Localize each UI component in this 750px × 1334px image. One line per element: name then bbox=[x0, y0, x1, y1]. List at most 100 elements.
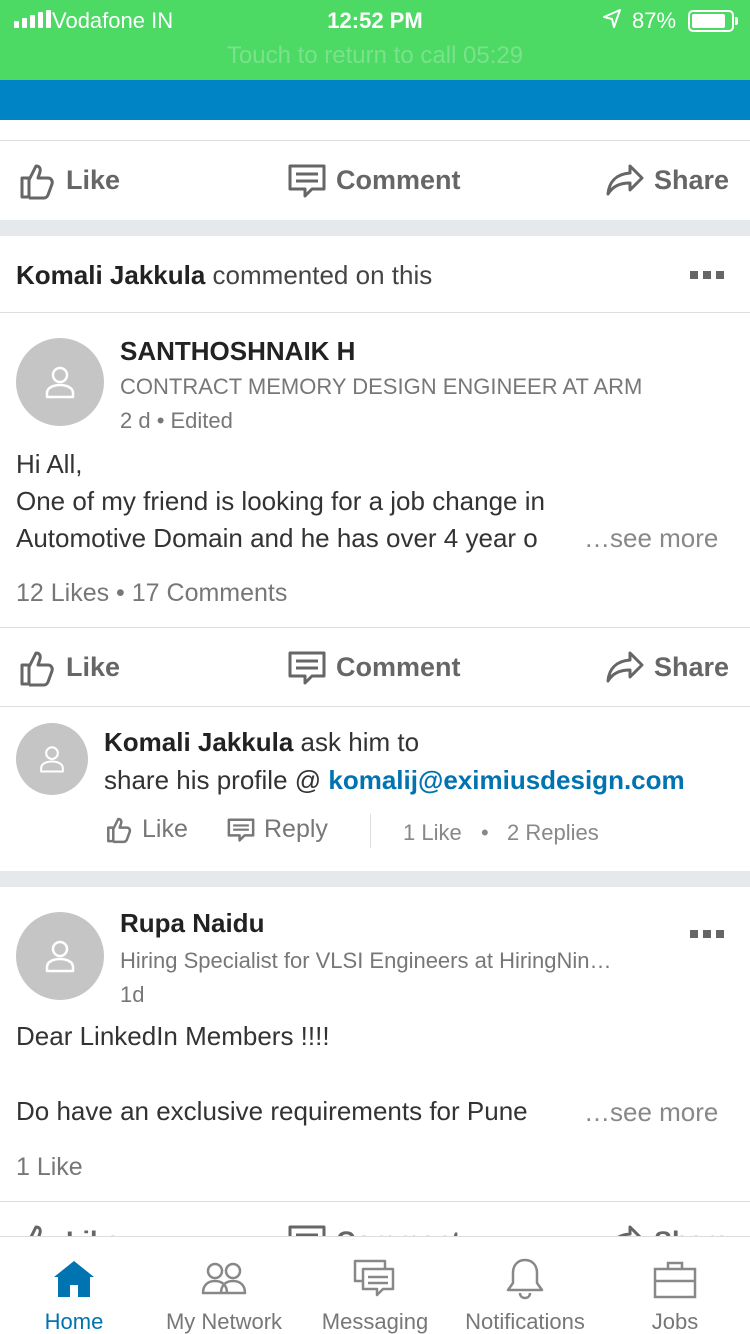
share-button[interactable]: Share bbox=[604, 141, 729, 219]
social-counts[interactable]: 12 Likes • 17 Comments bbox=[16, 579, 287, 608]
thumbs-up-icon bbox=[29, 1225, 42, 1236]
battery-percent: 87% bbox=[632, 8, 677, 33]
status-bar: Vodafone IN 12:52 PM 87% Touch to return… bbox=[0, 0, 750, 80]
comment-likes-count[interactable]: 1 Like bbox=[403, 820, 462, 846]
post-timestamp: 1d bbox=[120, 982, 145, 1007]
reply-button[interactable]: Reply bbox=[226, 814, 328, 844]
see-more-link[interactable]: …see more bbox=[584, 1097, 718, 1128]
post-body-line: Dear LinkedIn Members !!!! bbox=[16, 1021, 330, 1051]
post-body-line: Automotive Domain and he has over 4 year… bbox=[16, 523, 538, 553]
post-author-headline: Hiring Specialist for VLSI Engineers at … bbox=[120, 948, 612, 973]
reply-label: Reply bbox=[264, 814, 328, 843]
comment-body: Komali Jakkula ask him to share his prof… bbox=[104, 723, 685, 799]
bell-icon bbox=[506, 1258, 544, 1300]
share-arrow-icon bbox=[606, 651, 644, 683]
home-icon bbox=[54, 1261, 94, 1297]
share-arrow-icon bbox=[617, 1225, 642, 1236]
person-icon bbox=[45, 940, 75, 973]
comment-icon bbox=[288, 1225, 326, 1236]
post-actions: Like Comment Share bbox=[0, 628, 750, 706]
location-arrow-icon bbox=[603, 9, 621, 28]
post-body: Hi All, One of my friend is looking for … bbox=[16, 446, 545, 557]
social-counts[interactable]: 1 Like bbox=[16, 1153, 83, 1182]
share-arrow-icon bbox=[606, 164, 644, 196]
section-separator bbox=[0, 220, 750, 236]
comment-button[interactable]: Comment bbox=[286, 141, 461, 219]
share-label: Share bbox=[654, 651, 730, 682]
like-button[interactable]: Like bbox=[16, 141, 120, 219]
comment-button[interactable]: Comment bbox=[286, 628, 461, 706]
comment-button[interactable]: Comment bbox=[286, 1202, 461, 1236]
comment-author[interactable]: Komali Jakkula bbox=[104, 727, 293, 757]
share-label: Share bbox=[654, 1226, 729, 1237]
comment-label: Comment bbox=[336, 164, 461, 195]
tab-label: Notifications bbox=[465, 1309, 585, 1334]
messages-icon bbox=[353, 1259, 395, 1297]
person-icon bbox=[40, 746, 64, 773]
person-icon bbox=[45, 366, 75, 399]
post-actions: Like Comment Share bbox=[0, 1202, 750, 1236]
like-button[interactable]: Like bbox=[16, 1202, 120, 1236]
thumbs-up-icon bbox=[107, 817, 132, 844]
comment-like-button[interactable]: Like bbox=[104, 814, 188, 844]
divider bbox=[0, 706, 750, 707]
feed[interactable]: Like Comment Share Komali Jakkula commen… bbox=[0, 120, 750, 1236]
commenter-avatar[interactable] bbox=[16, 723, 88, 795]
comment-icon bbox=[288, 651, 326, 685]
thumbs-up-icon bbox=[20, 164, 54, 200]
post-actions: Like Comment Share bbox=[0, 141, 750, 219]
like-label: Like bbox=[66, 1226, 120, 1237]
post-body: Dear LinkedIn Members !!!! Do have an ex… bbox=[16, 1018, 528, 1130]
bullet-separator: • bbox=[481, 820, 489, 845]
post-author-name[interactable]: Rupa Naidu bbox=[120, 908, 264, 939]
avatar[interactable] bbox=[16, 912, 104, 1000]
more-options-icon[interactable] bbox=[690, 930, 724, 938]
post-author-headline: CONTRACT MEMORY DESIGN ENGINEER AT ARM bbox=[120, 374, 643, 399]
tab-notifications[interactable]: Notifications bbox=[450, 1237, 600, 1334]
activity-header: Komali Jakkula commented on this bbox=[16, 260, 432, 291]
battery-icon bbox=[688, 10, 738, 32]
tab-label: Home bbox=[44, 1309, 104, 1334]
like-label: Like bbox=[66, 164, 121, 195]
post-timestamp: 2 d • Edited bbox=[120, 408, 233, 433]
tab-label: Messaging bbox=[321, 1309, 429, 1334]
comment-text: ask him to bbox=[300, 727, 420, 757]
divider bbox=[370, 814, 371, 848]
tab-jobs[interactable]: Jobs bbox=[600, 1237, 750, 1334]
post-body-line: Do have an exclusive requirements for Pu… bbox=[16, 1096, 528, 1126]
tab-home[interactable]: Home bbox=[0, 1237, 148, 1334]
comment-text: share his profile @ bbox=[104, 765, 329, 795]
comment-icon bbox=[288, 164, 326, 198]
section-separator bbox=[0, 871, 750, 887]
share-button[interactable]: Share bbox=[604, 628, 729, 706]
like-label: Like bbox=[66, 651, 121, 682]
comment-label: Comment bbox=[336, 651, 461, 682]
tab-my-network[interactable]: My Network bbox=[148, 1237, 300, 1334]
comment-like-label: Like bbox=[142, 814, 188, 843]
briefcase-icon bbox=[653, 1261, 697, 1299]
tab-messaging[interactable]: Messaging bbox=[300, 1237, 450, 1334]
activity-actor[interactable]: Komali Jakkula bbox=[16, 260, 205, 290]
app-header bbox=[0, 80, 750, 120]
tab-label: My Network bbox=[165, 1309, 283, 1334]
post-author-name[interactable]: SANTHOSHNAIK H bbox=[120, 336, 355, 367]
people-icon bbox=[201, 1262, 247, 1295]
share-label: Share bbox=[654, 164, 730, 195]
return-to-call-banner[interactable]: Touch to return to call 05:29 bbox=[0, 42, 750, 70]
tab-label: Jobs bbox=[651, 1309, 699, 1334]
post-body-line: One of my friend is looking for a job ch… bbox=[16, 486, 545, 516]
bottom-tab-bar: Home My Network Messaging Notifications … bbox=[0, 1236, 750, 1334]
comment-label: Comment bbox=[336, 1226, 461, 1237]
more-options-icon[interactable] bbox=[690, 271, 724, 279]
avatar[interactable] bbox=[16, 338, 104, 426]
email-link[interactable]: komalij@eximiusdesign.com bbox=[328, 765, 684, 795]
thumbs-up-icon bbox=[20, 651, 54, 687]
comment-replies-count[interactable]: 2 Replies bbox=[507, 820, 599, 846]
share-button[interactable]: Share bbox=[604, 1202, 729, 1236]
like-button[interactable]: Like bbox=[16, 628, 120, 706]
reply-icon bbox=[227, 818, 255, 842]
see-more-link[interactable]: …see more bbox=[584, 523, 718, 554]
post-body-line: Hi All, bbox=[16, 449, 83, 479]
activity-verb: commented on this bbox=[212, 260, 433, 290]
divider bbox=[0, 312, 750, 313]
